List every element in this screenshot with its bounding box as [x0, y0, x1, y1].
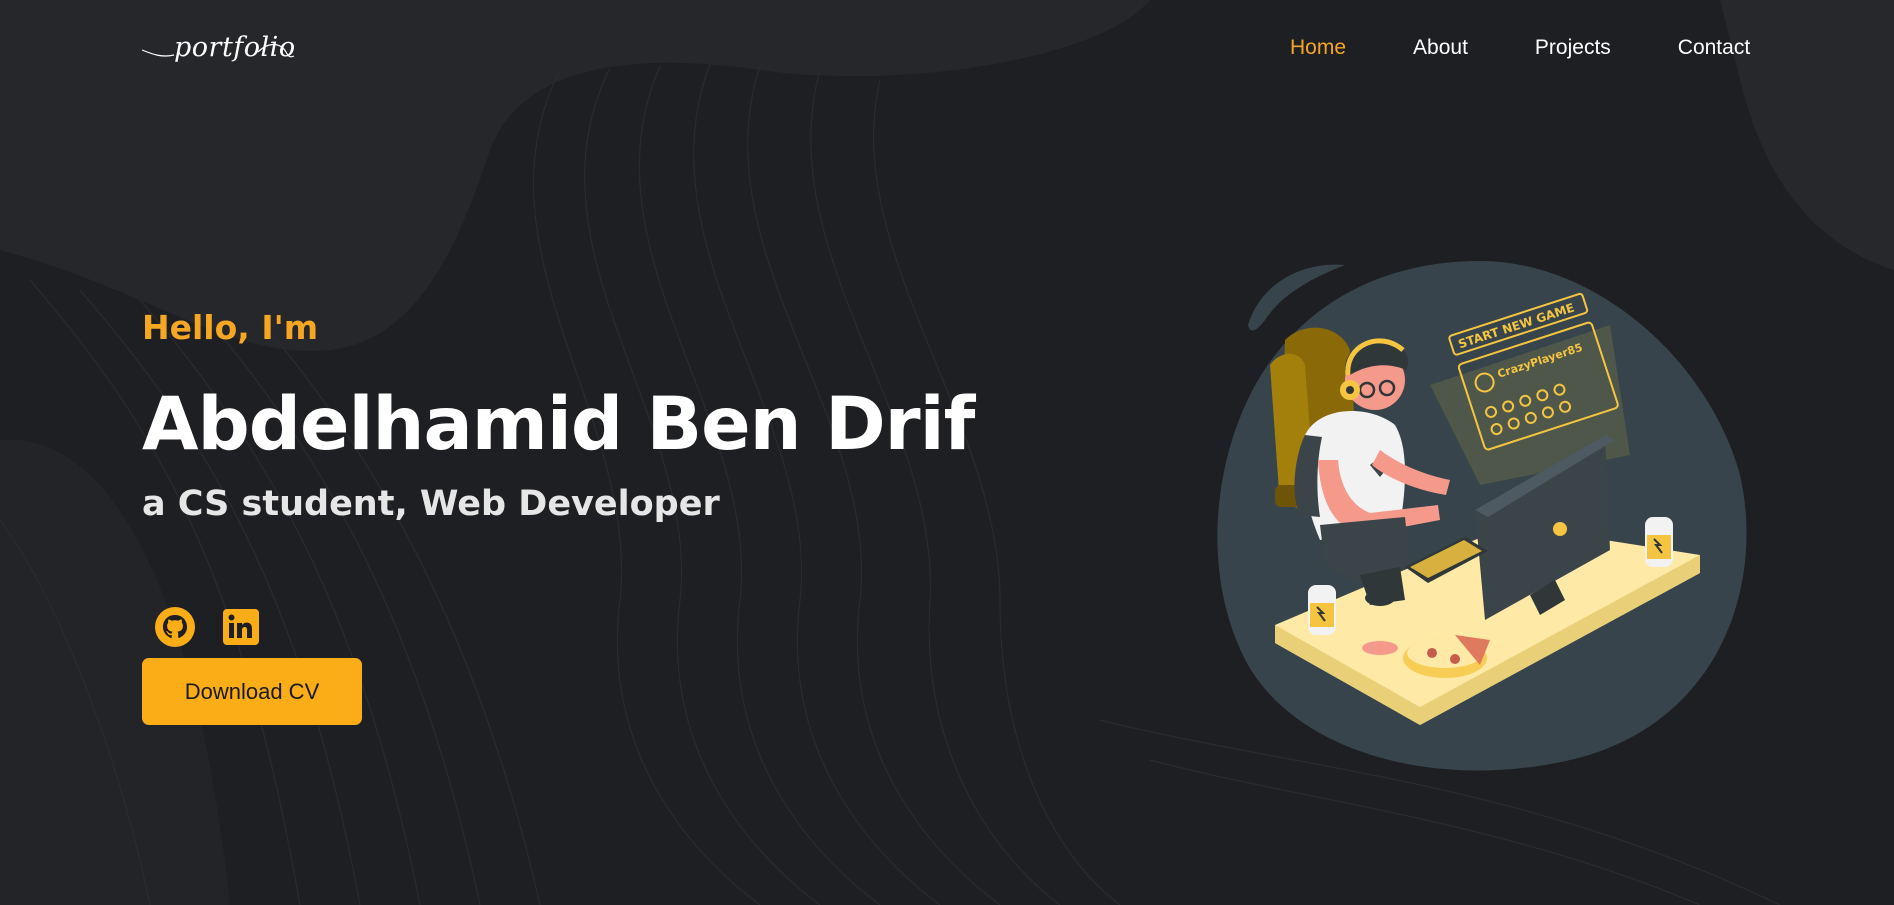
logo[interactable]: portfolio [140, 28, 295, 76]
linkedin-icon[interactable] [220, 606, 262, 648]
hero-subtitle: a CS student, Web Developer [142, 484, 720, 524]
nav-home[interactable]: Home [1290, 36, 1346, 60]
nav-contact[interactable]: Contact [1678, 36, 1750, 60]
logo-text: portfolio [174, 32, 296, 63]
navbar: portfolio Home About Projects Contact [0, 0, 1894, 100]
download-cv-button[interactable]: Download CV [142, 658, 362, 725]
hero-illustration: START NEW GAME CrazyPlayer85 [1217, 261, 1747, 771]
nav-projects[interactable]: Projects [1535, 36, 1611, 60]
social-links [154, 606, 262, 648]
github-icon[interactable] [154, 606, 196, 648]
nav-menu: Home About Projects Contact [1290, 36, 1817, 60]
hero-name: Abdelhamid Ben Drif [142, 382, 975, 467]
nav-about[interactable]: About [1413, 36, 1468, 60]
hero-greeting: Hello, I'm [142, 308, 319, 347]
